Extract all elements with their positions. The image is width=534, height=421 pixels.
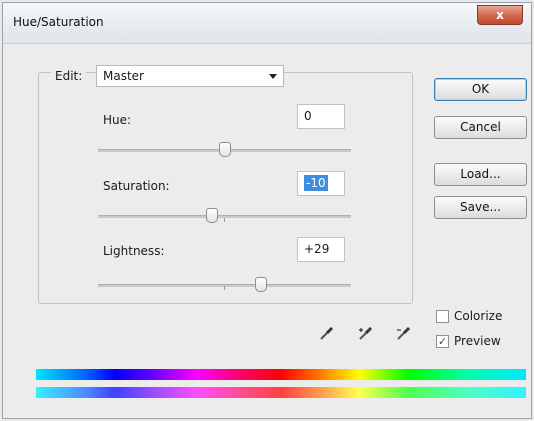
hue-input[interactable]: 0 [297, 104, 345, 129]
hue-label: Hue: [103, 113, 132, 127]
window-title: Hue/Saturation [13, 15, 104, 29]
close-button[interactable]: x [477, 5, 523, 25]
eyedropper-minus-icon[interactable] [395, 326, 411, 342]
load-button[interactable]: Load... [434, 163, 527, 186]
edit-channel-value: Master [103, 69, 144, 83]
lightness-input[interactable]: +29 [297, 237, 345, 262]
hue-saturation-dialog: Hue/Saturation x Edit: Master Hue: 0 Sat… [2, 2, 532, 419]
adjustment-group [38, 72, 413, 304]
cancel-button[interactable]: Cancel [434, 116, 527, 139]
save-button[interactable]: Save... [434, 196, 527, 219]
lightness-slider-thumb[interactable] [255, 277, 267, 292]
edit-label: Edit: [51, 69, 87, 83]
eyedropper-plus-icon[interactable] [357, 326, 373, 342]
saturation-slider-thumb[interactable] [206, 208, 218, 223]
saturation-label: Saturation: [103, 179, 170, 193]
preview-checkbox[interactable]: ✓ [436, 335, 449, 348]
ok-button[interactable]: OK [434, 78, 527, 101]
hue-value: 0 [304, 109, 312, 123]
edit-channel-select[interactable]: Master [96, 65, 284, 87]
saturation-center-tick [224, 218, 225, 222]
lightness-center-tick [224, 286, 225, 290]
saturation-input[interactable]: -10 [297, 171, 345, 196]
saturation-value: -10 [304, 175, 328, 191]
title-bar: Hue/Saturation x [3, 3, 531, 44]
lightness-value: +29 [304, 242, 330, 256]
colorize-label: Colorize [454, 309, 503, 323]
preview-label: Preview [454, 334, 501, 348]
output-hue-spectrum [36, 387, 526, 398]
hue-slider-thumb[interactable] [219, 142, 231, 157]
colorize-checkbox[interactable] [436, 310, 449, 323]
chevron-down-icon [269, 74, 277, 79]
eyedropper-icon[interactable] [318, 326, 334, 342]
lightness-label: Lightness: [103, 244, 165, 258]
input-hue-spectrum [36, 369, 526, 380]
